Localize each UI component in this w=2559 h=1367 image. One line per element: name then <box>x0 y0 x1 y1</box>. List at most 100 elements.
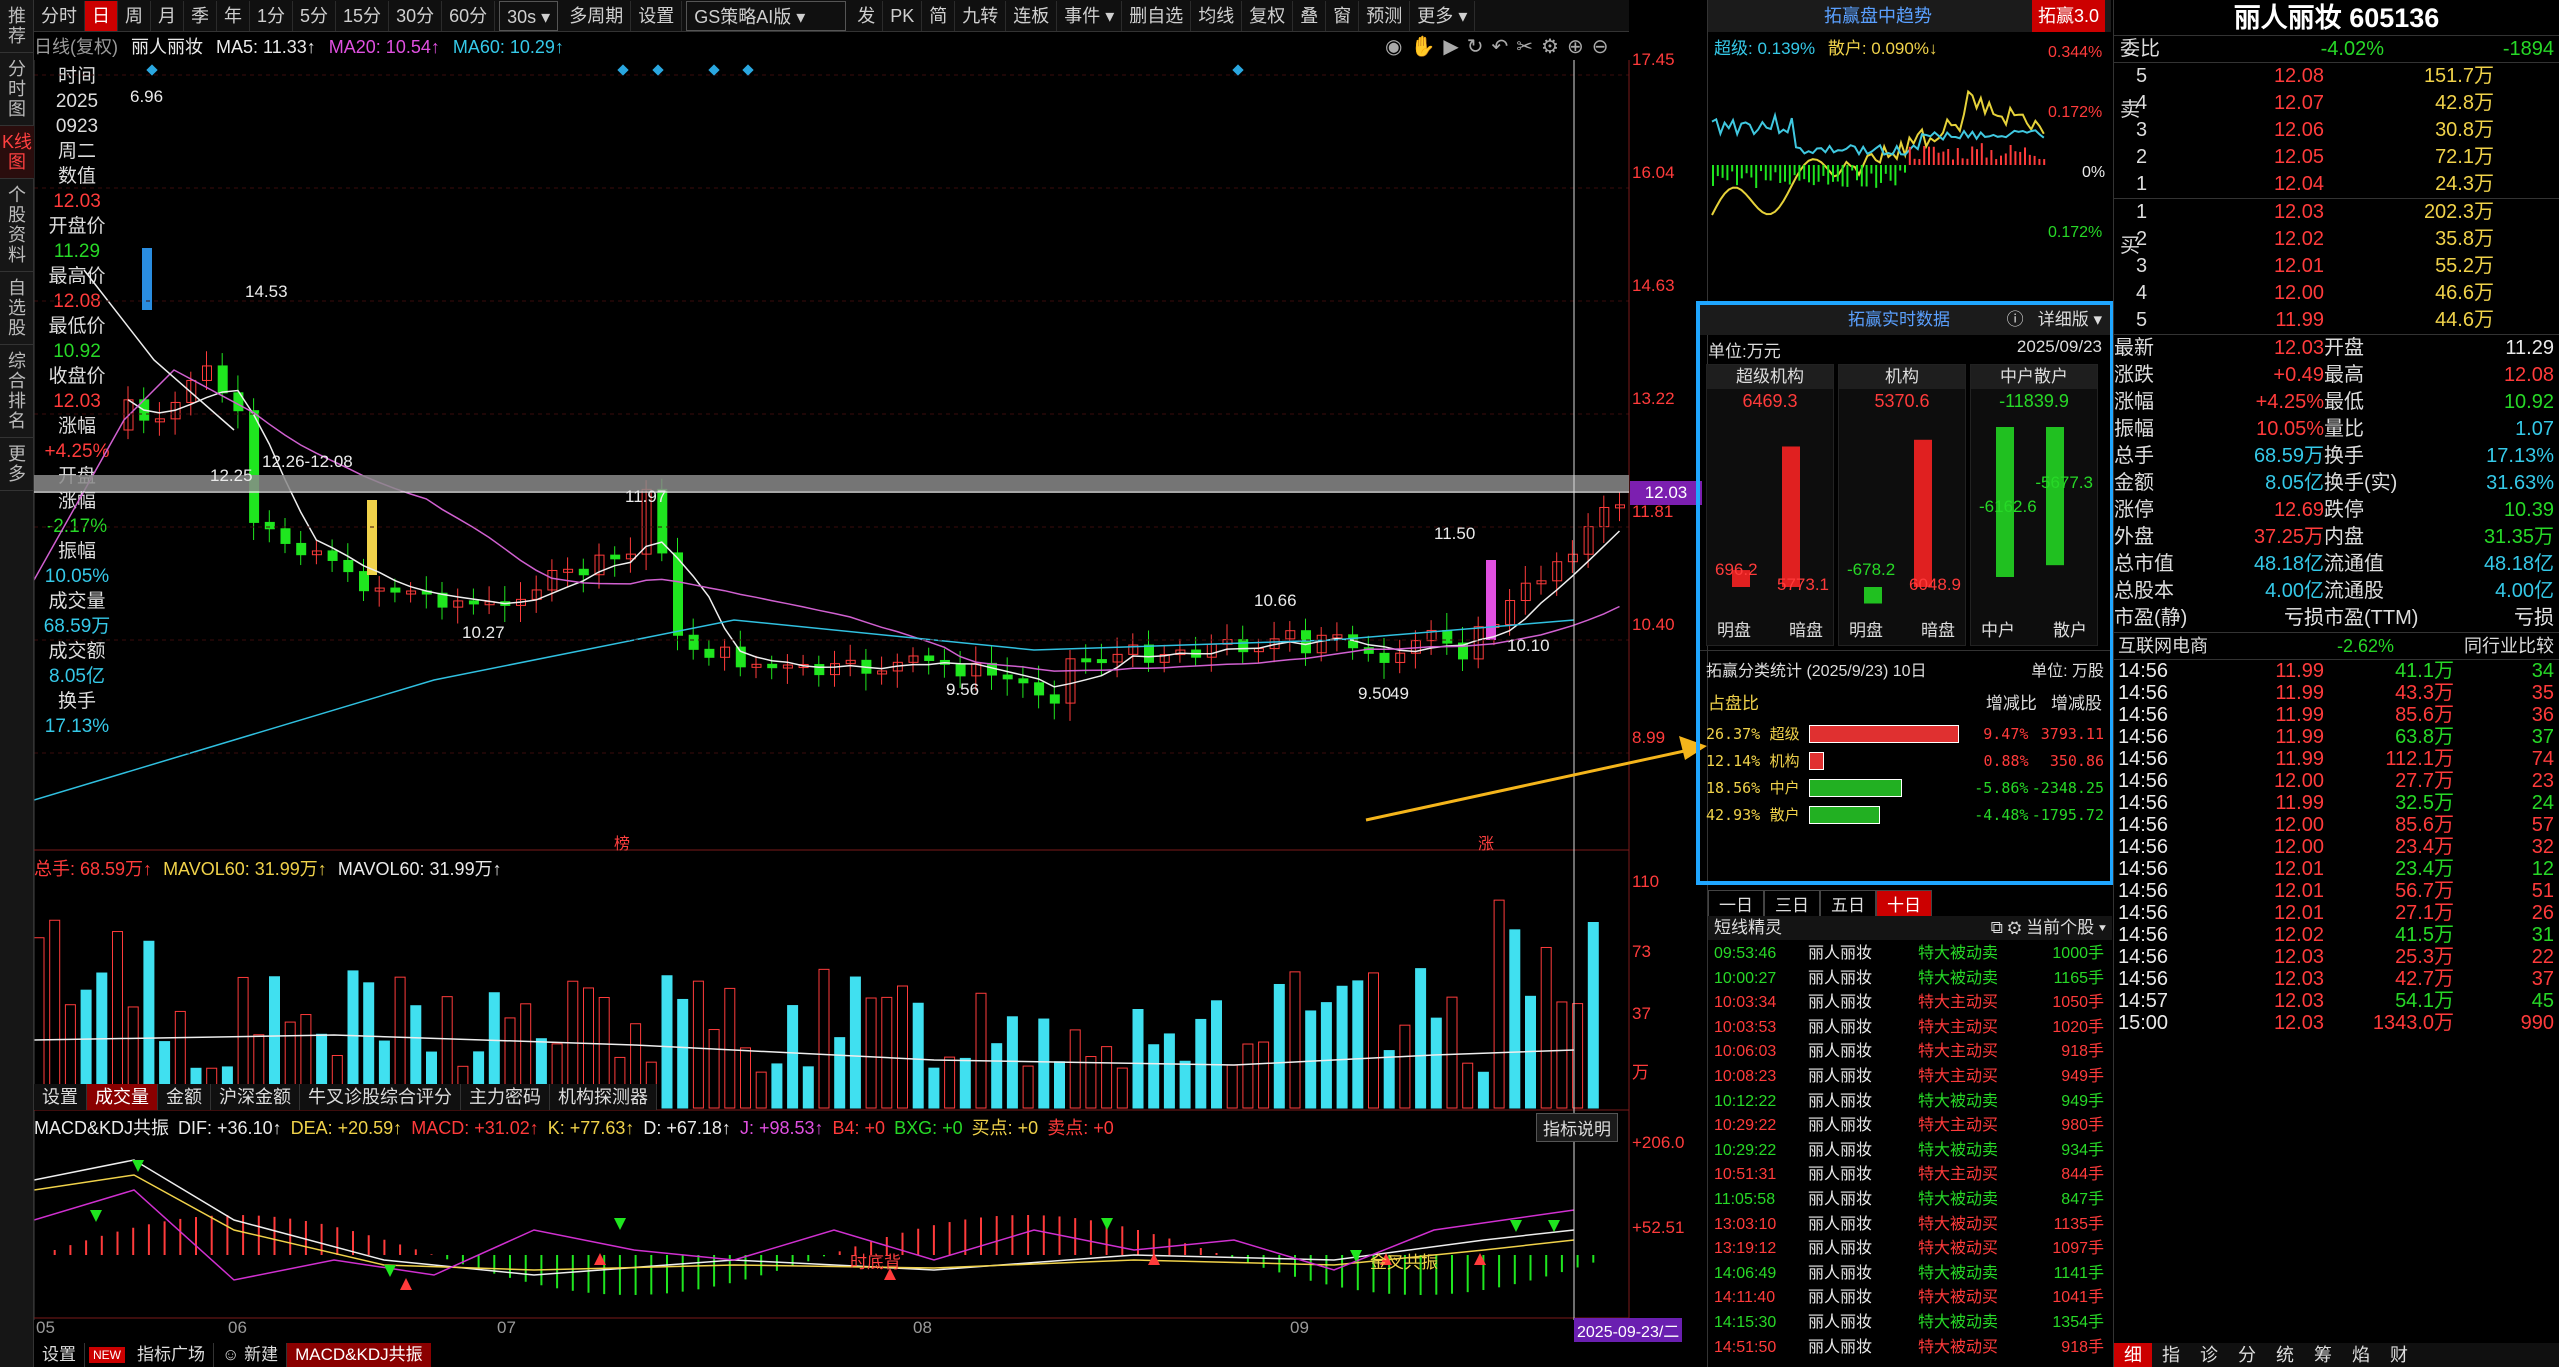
qtab-finance[interactable]: 财 <box>2380 1343 2418 1367</box>
order-book-row[interactable]: 2 12.02 35.8万 <box>2114 226 2559 253</box>
short-line-row[interactable]: 10:29:22 丽人丽妆 特大被动卖 934手 <box>1708 1139 2112 1164</box>
bang-marker[interactable]: 榜 <box>614 830 630 854</box>
order-book-row[interactable]: 4 12.00 46.6万 <box>2114 280 2559 307</box>
short-line-row[interactable]: 10:06:03 丽人丽妆 特大主动买 918手 <box>1708 1040 2112 1065</box>
tb-timeshare[interactable]: 分时 <box>34 0 85 31</box>
order-book-row[interactable]: 5 12.08 151.7万 <box>2114 63 2559 90</box>
play-icon[interactable]: ▶ <box>1443 36 1466 58</box>
tb-nine-turn[interactable]: 九转 <box>955 0 1007 31</box>
bottom-tab-new[interactable]: ☺ 新建 <box>214 1343 288 1367</box>
order-book-row[interactable]: 3 12.06 30.8万 <box>2114 117 2559 144</box>
vtab-ranking[interactable]: 综合排名 <box>0 345 34 438</box>
short-line-row[interactable]: 13:03:10 丽人丽妆 特大被动买 1135手 <box>1708 1213 2112 1238</box>
tb-adjust[interactable]: 复权 <box>1242 0 1294 31</box>
ind-tab-amount[interactable]: 金额 <box>158 1084 211 1110</box>
qtab-stats[interactable]: 统 <box>2266 1343 2304 1367</box>
order-book-row[interactable]: 1 12.03 202.3万 <box>2114 199 2559 226</box>
ind-tab-volume[interactable]: 成交量 <box>87 1084 158 1110</box>
ind-tab-score[interactable]: 牛叉诊股综合评分 <box>300 1084 461 1110</box>
ind-tab-main-code[interactable]: 主力密码 <box>461 1084 550 1110</box>
order-book-row[interactable]: 5 11.99 44.6万 <box>2114 307 2559 334</box>
tb-60min[interactable]: 60分 <box>442 0 496 31</box>
tb-publish[interactable]: 发 <box>850 0 884 31</box>
short-line-row[interactable]: 10:00:27 丽人丽妆 特大被动卖 1165手 <box>1708 967 2112 992</box>
bottom-tab-indicator-square[interactable]: 指标广场 <box>129 1343 214 1367</box>
trend-badge[interactable]: 拓赢3.0 <box>2031 0 2105 32</box>
vtab-stock-info[interactable]: 个股资料 <box>0 179 34 272</box>
qtab-flame[interactable]: 焰 <box>2342 1343 2380 1367</box>
tb-predict[interactable]: 预测 <box>1359 0 1411 31</box>
tb-pk[interactable]: PK <box>883 0 923 31</box>
order-book-row[interactable]: 1 12.04 24.3万 <box>2114 171 2559 198</box>
short-line-row[interactable]: 10:03:53 丽人丽妆 特大主动买 1020手 <box>1708 1016 2112 1041</box>
hand-icon[interactable]: ✋ <box>1410 36 1443 58</box>
zoom-out-icon[interactable]: ⊖ <box>1592 36 1617 58</box>
tb-year[interactable]: 年 <box>217 0 250 31</box>
qtab-detail[interactable]: 细 <box>2114 1343 2152 1367</box>
trend-chart[interactable] <box>1708 55 2112 295</box>
vtab-more[interactable]: 更多 <box>0 438 34 491</box>
short-line-row[interactable]: 14:11:40 丽人丽妆 特大被动买 1041手 <box>1708 1286 2112 1311</box>
sector-compare-button[interactable]: 同行业比较 <box>2394 633 2554 659</box>
short-line-row[interactable]: 10:12:22 丽人丽妆 特大被动卖 949手 <box>1708 1090 2112 1115</box>
zoom-in-icon[interactable]: ⊕ <box>1567 36 1592 58</box>
bottom-tab-macd-kdj[interactable]: MACD&KDJ共振 <box>287 1343 431 1367</box>
short-line-row[interactable]: 11:05:58 丽人丽妆 特大被动卖 847手 <box>1708 1188 2112 1213</box>
short-line-row[interactable]: 09:53:46 丽人丽妆 特大被动卖 1000手 <box>1708 942 2112 967</box>
range-tab-5d[interactable]: 五日 <box>1820 890 1876 917</box>
ind-tab-hs-amount[interactable]: 沪深金额 <box>211 1084 300 1110</box>
qtab-index[interactable]: 指 <box>2152 1343 2190 1367</box>
order-book-row[interactable]: 2 12.05 72.1万 <box>2114 144 2559 171</box>
eye-icon[interactable]: ◉ <box>1385 36 1410 58</box>
strategy-dropdown[interactable]: GS策略AI版 ▾ <box>686 0 847 31</box>
qtab-split[interactable]: 分 <box>2228 1343 2266 1367</box>
order-book-row[interactable]: 3 12.01 55.2万 <box>2114 253 2559 280</box>
short-line-filter[interactable]: ⧉ ⚙ 当前个股 ▾ <box>1991 916 2106 940</box>
range-tab-3d[interactable]: 三日 <box>1764 890 1820 917</box>
tb-ma[interactable]: 均线 <box>1191 0 1243 31</box>
short-line-row[interactable]: 14:06:49 丽人丽妆 特大被动卖 1141手 <box>1708 1262 2112 1287</box>
tb-settings[interactable]: 设置 <box>631 0 683 31</box>
short-line-row[interactable]: 10:08:23 丽人丽妆 特大主动买 949手 <box>1708 1065 2112 1090</box>
vtab-kline[interactable]: K线图 <box>0 126 34 179</box>
tb-multi-period[interactable]: 多周期 <box>562 0 632 31</box>
zhang-marker[interactable]: 涨 <box>1478 830 1494 854</box>
tb-week[interactable]: 周 <box>118 0 151 31</box>
range-tab-10d[interactable]: 十日 <box>1876 890 1932 917</box>
short-line-row[interactable]: 14:15:30 丽人丽妆 特大被动卖 1354手 <box>1708 1311 2112 1336</box>
tb-window[interactable]: 窗 <box>1326 0 1360 31</box>
ind-tab-detector[interactable]: 机构探测器 <box>550 1084 657 1110</box>
realtime-detail-button[interactable]: ⓘ 详细版 ▾ <box>2007 305 2102 335</box>
tb-5min[interactable]: 5分 <box>293 0 337 31</box>
tb-30min[interactable]: 30分 <box>389 0 443 31</box>
indicator-explain-button[interactable]: 指标说明 <box>1536 1113 1618 1142</box>
tb-more[interactable]: 更多 ▾ <box>1410 0 1476 31</box>
short-line-row[interactable]: 10:29:22 丽人丽妆 特大主动买 980手 <box>1708 1114 2112 1139</box>
order-book-row[interactable]: 4 12.07 42.8万 <box>2114 90 2559 117</box>
tb-simple[interactable]: 简 <box>922 0 956 31</box>
short-line-row[interactable]: 13:19:12 丽人丽妆 特大被动买 1097手 <box>1708 1237 2112 1262</box>
tb-events[interactable]: 事件 ▾ <box>1057 0 1123 31</box>
kline-chart[interactable] <box>34 60 1707 1367</box>
tb-quarter[interactable]: 季 <box>184 0 217 31</box>
scissors-icon[interactable]: ✂ <box>1516 36 1541 58</box>
tb-15min[interactable]: 15分 <box>336 0 390 31</box>
refresh-icon[interactable]: ↻ <box>1467 36 1492 58</box>
ind-tab-settings[interactable]: 设置 <box>34 1084 87 1110</box>
tb-limit-up[interactable]: 连板 <box>1006 0 1058 31</box>
qtab-chips[interactable]: 筹 <box>2304 1343 2342 1367</box>
tb-overlay[interactable]: 叠 <box>1293 0 1327 31</box>
tb-30s-select[interactable]: 30s ▾ <box>499 0 559 31</box>
tb-day[interactable]: 日 <box>85 0 118 31</box>
vtab-watchlist[interactable]: 自选股 <box>0 272 34 345</box>
vtab-timeshare[interactable]: 分时图 <box>0 53 34 126</box>
tb-remove-watch[interactable]: 删自选 <box>1122 0 1192 31</box>
short-line-row[interactable]: 14:51:50 丽人丽妆 特大被动买 918手 <box>1708 1336 2112 1361</box>
range-tab-1d[interactable]: 一日 <box>1708 890 1764 917</box>
short-line-row[interactable]: 10:03:34 丽人丽妆 特大主动买 1050手 <box>1708 991 2112 1016</box>
short-line-row[interactable]: 10:51:31 丽人丽妆 特大主动买 844手 <box>1708 1163 2112 1188</box>
tb-1min[interactable]: 1分 <box>250 0 294 31</box>
sector-name[interactable]: 互联网电商 <box>2114 633 2264 659</box>
vtab-recommend[interactable]: 推荐 <box>0 0 34 53</box>
gear-icon[interactable]: ⚙ <box>1541 36 1567 58</box>
